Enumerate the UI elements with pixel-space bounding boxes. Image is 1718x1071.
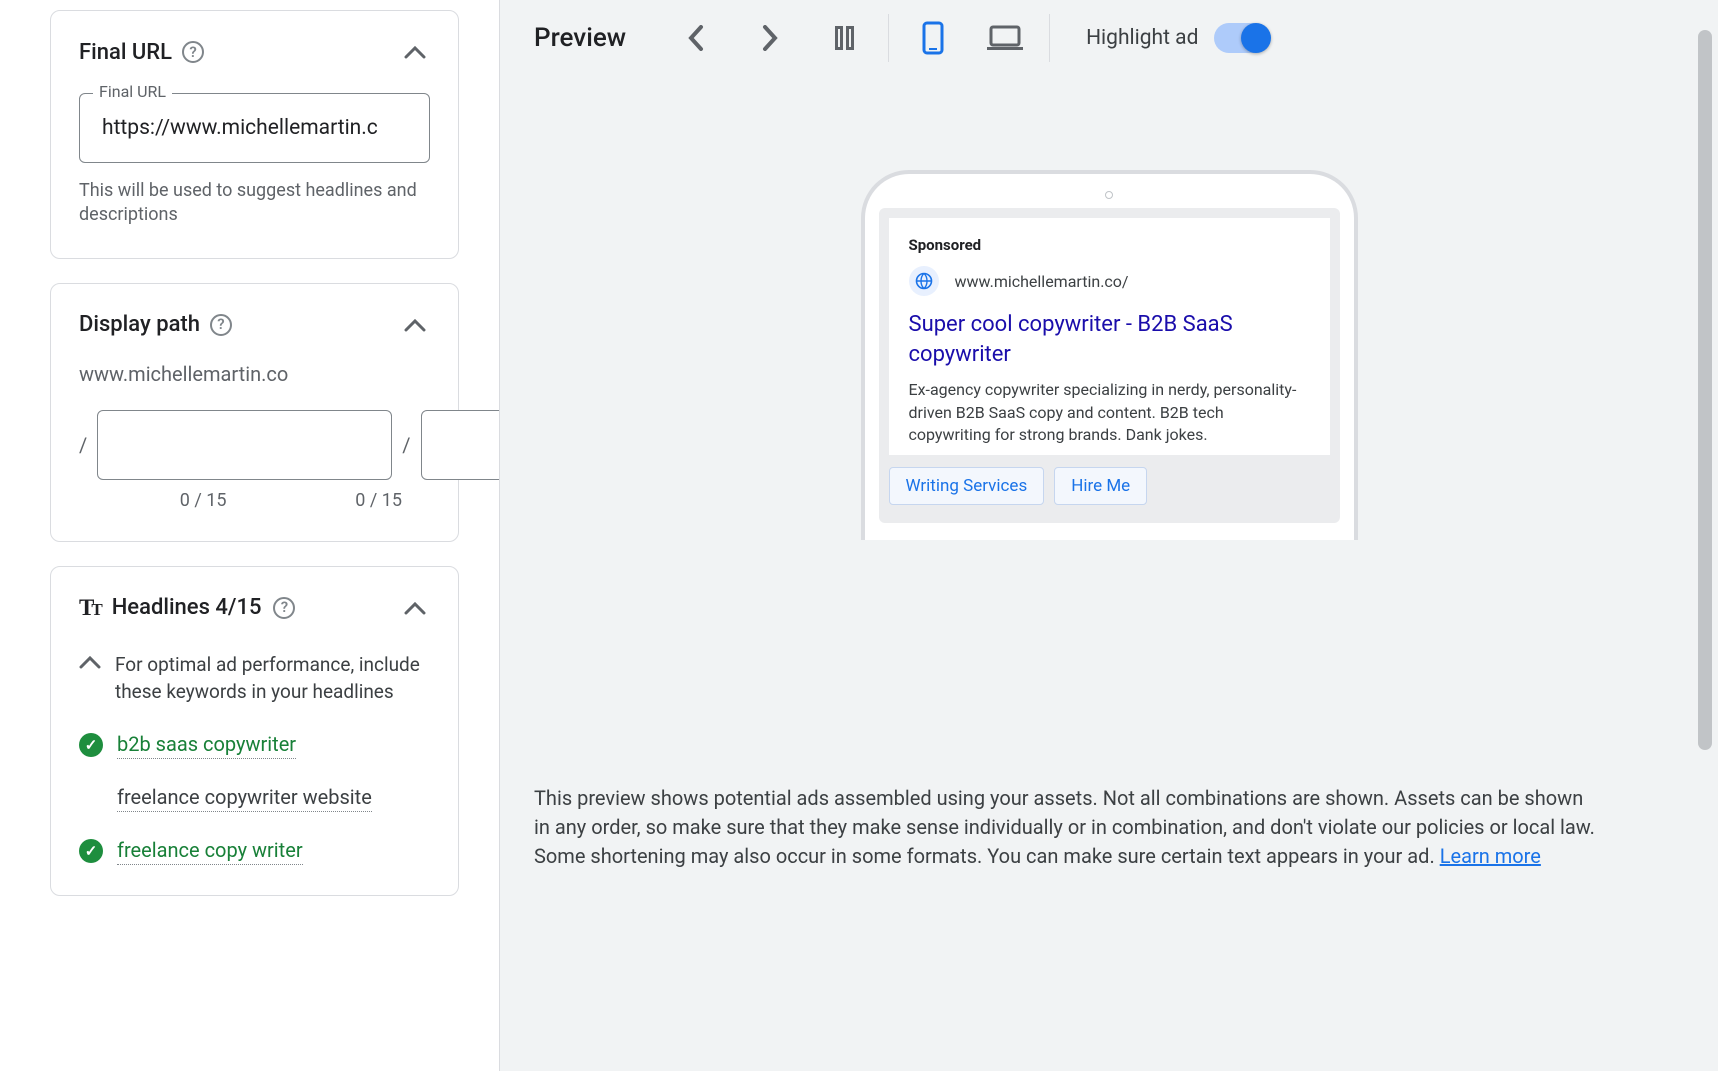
help-icon[interactable]: ? xyxy=(182,41,204,63)
divider xyxy=(1049,14,1050,62)
left-panel: Final URL ? Final URL This will be used … xyxy=(0,0,500,1071)
check-icon: ✓ xyxy=(79,733,103,757)
phone-camera-icon xyxy=(879,188,1340,202)
final-url-input[interactable] xyxy=(79,93,430,163)
sitelink-button[interactable]: Writing Services xyxy=(889,467,1045,505)
headlines-card: TT Headlines 4/15 ? For optimal ad perfo… xyxy=(50,566,459,896)
display-path-card: Display path ? www.michellemartin.co / /… xyxy=(50,283,459,542)
collapse-chevron-icon[interactable] xyxy=(400,37,430,67)
learn-more-link[interactable]: Learn more xyxy=(1440,844,1541,868)
phone-preview: Sponsored www.michellemartin.co/ Super c… xyxy=(861,170,1358,540)
headlines-title: Headlines 4/15 xyxy=(112,595,262,620)
path-slash: / xyxy=(402,433,410,457)
divider xyxy=(888,14,889,62)
ad-display-url: www.michellemartin.co/ xyxy=(955,272,1129,291)
final-url-card: Final URL ? Final URL This will be used … xyxy=(50,10,459,259)
keyword-text: freelance copywriter website xyxy=(117,785,372,812)
prev-button[interactable] xyxy=(670,12,722,64)
preview-toolbar: Preview xyxy=(500,0,1718,76)
help-icon[interactable]: ? xyxy=(273,597,295,619)
highlight-ad-label: Highlight ad xyxy=(1086,26,1198,50)
path1-count: 0 / 15 xyxy=(79,490,255,511)
keywords-hint: For optimal ad performance, include thes… xyxy=(115,651,430,706)
help-icon[interactable]: ? xyxy=(210,314,232,336)
final-url-helper: This will be used to suggest headlines a… xyxy=(79,179,430,228)
desktop-device-button[interactable] xyxy=(979,12,1031,64)
toggle-knob xyxy=(1241,23,1271,53)
collapse-chevron-icon[interactable] xyxy=(400,310,430,340)
next-button[interactable] xyxy=(744,12,796,64)
display-path-2-input[interactable] xyxy=(421,410,500,480)
columns-icon xyxy=(835,26,854,50)
display-path-1-input[interactable] xyxy=(97,410,392,480)
path-slash: / xyxy=(79,433,87,457)
globe-icon xyxy=(909,266,939,296)
display-path-title: Display path xyxy=(79,312,200,337)
sitelink-button[interactable]: Hire Me xyxy=(1054,467,1147,505)
keyword-item[interactable]: ✓ b2b saas copywriter xyxy=(79,732,430,759)
sponsored-label: Sponsored xyxy=(909,236,1310,254)
check-icon: ✓ xyxy=(79,839,103,863)
chevron-up-icon[interactable] xyxy=(79,655,101,706)
final-url-label: Final URL xyxy=(93,82,172,101)
serp-container: Sponsored www.michellemartin.co/ Super c… xyxy=(879,208,1340,523)
highlight-ad-toggle[interactable] xyxy=(1214,23,1268,53)
keyword-item[interactable]: ✓ freelance copy writer xyxy=(79,838,430,865)
mobile-device-button[interactable] xyxy=(907,12,959,64)
ad-description: Ex-agency copywriter specializing in ner… xyxy=(909,379,1310,446)
split-view-button[interactable] xyxy=(818,12,870,64)
keyword-text: freelance copy writer xyxy=(117,838,303,865)
preview-footer-note: This preview shows potential ads assembl… xyxy=(534,784,1598,871)
preview-title: Preview xyxy=(534,23,626,53)
ad-card: Sponsored www.michellemartin.co/ Super c… xyxy=(889,218,1330,455)
ad-headline[interactable]: Super cool copywriter - B2B SaaS copywri… xyxy=(909,310,1310,369)
path2-count: 0 / 15 xyxy=(255,490,431,511)
keyword-list: ✓ b2b saas copywriter ✓ freelance copywr… xyxy=(79,732,430,865)
scrollbar[interactable] xyxy=(1698,30,1712,750)
keyword-item[interactable]: ✓ freelance copywriter website xyxy=(79,785,430,812)
display-path-base: www.michellemartin.co xyxy=(79,362,430,386)
footer-text: This preview shows potential ads assembl… xyxy=(534,786,1595,868)
collapse-chevron-icon[interactable] xyxy=(400,593,430,623)
text-format-icon: TT xyxy=(79,595,100,621)
preview-panel: Preview xyxy=(500,0,1718,1071)
keyword-text: b2b saas copywriter xyxy=(117,732,296,759)
final-url-title: Final URL xyxy=(79,40,172,65)
